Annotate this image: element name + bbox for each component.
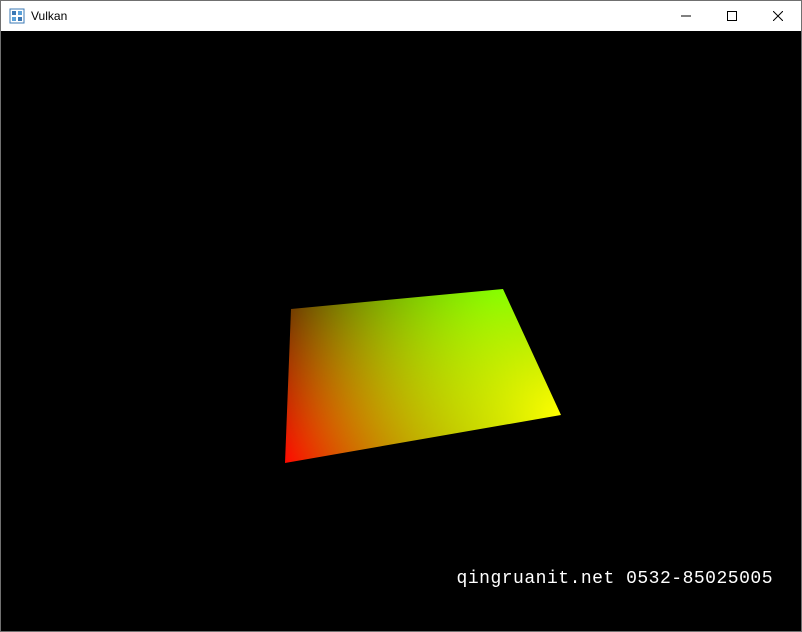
- titlebar-buttons: [663, 1, 801, 31]
- titlebar-left: Vulkan: [9, 8, 67, 24]
- app-icon: [9, 8, 25, 24]
- window-title: Vulkan: [31, 9, 67, 23]
- maximize-icon: [727, 11, 737, 21]
- render-viewport: qingruanit.net 0532-85025005: [1, 31, 801, 631]
- watermark-text: qingruanit.net 0532-85025005: [457, 569, 773, 589]
- minimize-button[interactable]: [663, 1, 709, 31]
- maximize-button[interactable]: [709, 1, 755, 31]
- render-surface: [1, 31, 801, 631]
- close-button[interactable]: [755, 1, 801, 31]
- titlebar[interactable]: Vulkan: [1, 1, 801, 31]
- application-window: Vulkan: [0, 0, 802, 632]
- minimize-icon: [681, 11, 691, 21]
- close-icon: [773, 11, 783, 21]
